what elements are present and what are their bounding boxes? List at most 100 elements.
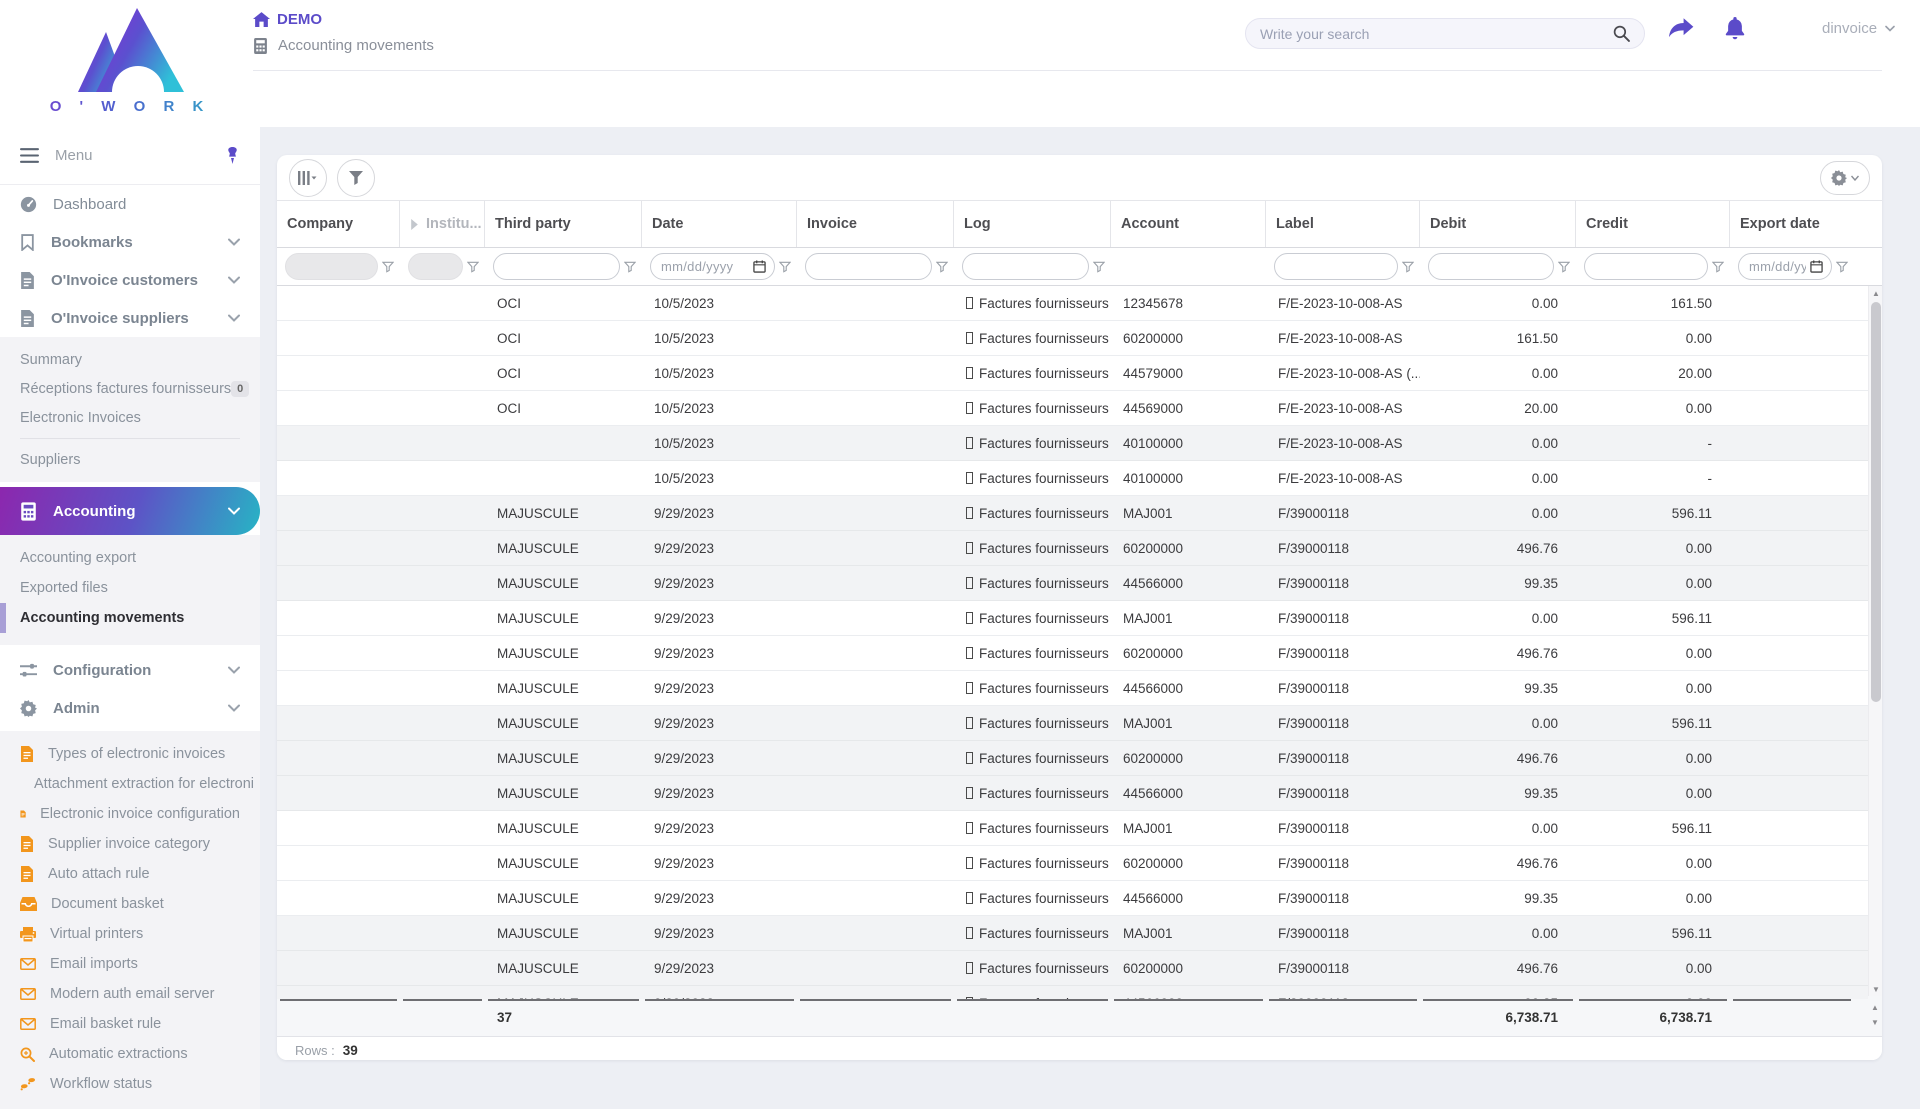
- column-header-debit[interactable]: Debit: [1420, 201, 1576, 247]
- filter-funnel-icon[interactable]: [936, 261, 948, 273]
- app-logo[interactable]: O ' W O R K: [14, 6, 246, 124]
- hamburger-icon[interactable]: [20, 148, 39, 163]
- filter-input-credit[interactable]: [1584, 253, 1708, 280]
- breadcrumb-home[interactable]: DEMO: [253, 11, 434, 28]
- sidebar-item-types-of-electronic-invoices[interactable]: Types of electronic invoices: [0, 739, 260, 769]
- table-row[interactable]: MAJUSCULE9/29/2023Factures fournisseurs4…: [277, 881, 1882, 916]
- table-row[interactable]: MAJUSCULE 9/29/2023 Factures fournisseurs 6…: [277, 531, 1882, 566]
- table-row[interactable]: MAJUSCULE9/29/2023Factures fournisseurs4…: [277, 986, 1882, 999]
- column-header-account[interactable]: Account: [1111, 201, 1266, 247]
- share-icon[interactable]: [1668, 17, 1694, 39]
- table-row[interactable]: MAJUSCULE9/29/2023Factures fournisseurs4…: [277, 566, 1882, 601]
- sidebar-item-email-basket-rule[interactable]: Email basket rule: [0, 1009, 260, 1039]
- sidebar-item-admin[interactable]: Admin: [0, 689, 260, 727]
- scroll-down-arrow[interactable]: ▼: [1871, 1018, 1879, 1027]
- column-header-third_party[interactable]: Third party: [485, 201, 642, 247]
- columns-chooser-button[interactable]: [289, 158, 327, 197]
- cell-invoice: [797, 951, 954, 985]
- sidebar-item-suppliers[interactable]: Suppliers: [0, 445, 260, 474]
- search-input[interactable]: [1260, 25, 1613, 42]
- table-row[interactable]: MAJUSCULE 9/29/2023 Factures fournisseurs M…: [277, 601, 1882, 636]
- user-menu[interactable]: dinvoice: [1822, 20, 1895, 37]
- grid-settings-button[interactable]: [1820, 160, 1870, 195]
- filter-funnel-icon[interactable]: [624, 261, 636, 273]
- filter-funnel-icon[interactable]: [1836, 261, 1848, 273]
- column-header-date[interactable]: Date: [642, 201, 797, 247]
- column-header-invoice[interactable]: Invoice: [797, 201, 954, 247]
- table-row[interactable]: 10/5/2023 Factures fournisseurs 40100000 F/…: [277, 426, 1882, 461]
- filter-funnel-icon[interactable]: [467, 261, 479, 273]
- table-row[interactable]: OCI 10/5/2023 Factures fournisseurs 4457900…: [277, 356, 1882, 391]
- column-header-company[interactable]: Company: [277, 201, 400, 247]
- filter-date-export_date[interactable]: mm/dd/yyyy: [1738, 253, 1832, 280]
- search-icon[interactable]: [1613, 25, 1630, 42]
- sidebar-item-summary[interactable]: Summary: [0, 345, 260, 374]
- table-row[interactable]: MAJUSCULE9/29/2023Factures fournisseurs4…: [277, 671, 1882, 706]
- table-row[interactable]: MAJUSCULE 9/29/2023 Factures fournisseurs 6…: [277, 636, 1882, 671]
- filter-date-date[interactable]: mm/dd/yyyy: [650, 253, 775, 280]
- sidebar-item-accounting[interactable]: Accounting: [0, 487, 260, 535]
- sidebar-item-automatic-extractions[interactable]: Automatic extractions: [0, 1039, 260, 1069]
- sidebar-item-configuration[interactable]: Configuration: [0, 651, 260, 689]
- filter-funnel-icon[interactable]: [382, 261, 394, 273]
- sidebar-item-accounting-movements[interactable]: Accounting movements: [0, 603, 260, 633]
- vertical-scrollbar[interactable]: ▲ ▼: [1868, 286, 1882, 996]
- sidebar-item-attachment-extraction-for-electroni[interactable]: Attachment extraction for electroni: [0, 769, 260, 799]
- sidebar-item-electronic-invoice-configuration[interactable]: Electronic invoice configuration: [0, 799, 260, 829]
- table-row[interactable]: MAJUSCULE 9/29/2023 Factures fournisseurs M…: [277, 916, 1882, 951]
- sidebar-item-accounting-export[interactable]: Accounting export: [0, 543, 260, 573]
- filter-button[interactable]: [337, 158, 375, 197]
- table-row[interactable]: OCI 10/5/2023 Factures fournisseurs 6020000…: [277, 321, 1882, 356]
- filter-input-debit[interactable]: [1428, 253, 1554, 280]
- sidebar-item-oinvoice-customers[interactable]: O'Invoice customers: [0, 261, 260, 299]
- column-header-export_date[interactable]: Export date: [1730, 201, 1854, 247]
- footer-scroll-arrows[interactable]: ▲ ▼: [1868, 996, 1882, 1033]
- scroll-up-arrow[interactable]: ▲: [1871, 1003, 1879, 1012]
- scroll-down-arrow[interactable]: ▼: [1869, 982, 1882, 996]
- column-header-credit[interactable]: Credit: [1576, 201, 1730, 247]
- sidebar-item-auto-attach-rule[interactable]: Auto attach rule: [0, 859, 260, 889]
- table-row[interactable]: MAJUSCULE 9/29/2023 Factures fournisseurs 6…: [277, 741, 1882, 776]
- sidebar-item-dashboard[interactable]: Dashboard: [0, 185, 260, 223]
- sidebar-item-exported-files[interactable]: Exported files: [0, 573, 260, 603]
- sidebar-item-oinvoice-suppliers[interactable]: O'Invoice suppliers: [0, 299, 260, 337]
- table-row[interactable]: MAJUSCULE 9/29/2023 Factures fournisseurs 6…: [277, 951, 1882, 986]
- scrollbar-thumb[interactable]: [1871, 302, 1881, 702]
- table-row[interactable]: MAJUSCULE 9/29/2023 Factures fournisseurs 6…: [277, 846, 1882, 881]
- filter-input-label[interactable]: [1274, 253, 1398, 280]
- calendar-icon[interactable]: [753, 260, 766, 273]
- column-header-institution[interactable]: Institu...: [400, 201, 485, 247]
- filter-funnel-icon[interactable]: [1093, 261, 1105, 273]
- sidebar-item-modern-auth-email-server[interactable]: Modern auth email server: [0, 979, 260, 1009]
- cell-invoice: [797, 671, 954, 705]
- filter-funnel-icon[interactable]: [1712, 261, 1724, 273]
- filter-input-invoice[interactable]: [805, 253, 932, 280]
- notifications-bell-icon[interactable]: [1724, 16, 1746, 40]
- table-row[interactable]: 10/5/2023 Factures fournisseurs 40100000 F/…: [277, 461, 1882, 496]
- sidebar-item-virtual-printers[interactable]: Virtual printers: [0, 919, 260, 949]
- sidebar-item-receptions-factures[interactable]: Réceptions factures fournisseurs 0: [0, 374, 260, 403]
- column-header-log[interactable]: Log: [954, 201, 1111, 247]
- table-row[interactable]: MAJUSCULE 9/29/2023 Factures fournisseurs M…: [277, 496, 1882, 531]
- sidebar-item-workflow-status[interactable]: Workflow status: [0, 1069, 260, 1099]
- sidebar-item-document-basket[interactable]: Document basket: [0, 889, 260, 919]
- column-header-label[interactable]: Label: [1266, 201, 1420, 247]
- table-row[interactable]: MAJUSCULE 9/29/2023 Factures fournisseurs M…: [277, 706, 1882, 741]
- sidebar-item-email-imports[interactable]: Email imports: [0, 949, 260, 979]
- pin-icon[interactable]: [225, 147, 240, 164]
- table-row[interactable]: MAJUSCULE9/29/2023Factures fournisseurs4…: [277, 986, 1882, 999]
- table-row[interactable]: MAJUSCULE 9/29/2023 Factures fournisseurs M…: [277, 811, 1882, 846]
- filter-input-third_party[interactable]: [493, 253, 620, 280]
- table-row[interactable]: MAJUSCULE9/29/2023Factures fournisseurs4…: [277, 776, 1882, 811]
- filter-input-log[interactable]: [962, 253, 1089, 280]
- table-row[interactable]: OCI 10/5/2023 Factures fournisseurs 1234567…: [277, 286, 1882, 321]
- calendar-icon[interactable]: [1810, 260, 1823, 273]
- table-row[interactable]: OCI 10/5/2023 Factures fournisseurs 4456900…: [277, 391, 1882, 426]
- sidebar-item-supplier-invoice-category[interactable]: Supplier invoice category: [0, 829, 260, 859]
- sidebar-item-electronic-invoices[interactable]: Electronic Invoices: [0, 403, 260, 432]
- filter-funnel-icon[interactable]: [1402, 261, 1414, 273]
- sidebar-item-bookmarks[interactable]: Bookmarks: [0, 223, 260, 261]
- filter-funnel-icon[interactable]: [1558, 261, 1570, 273]
- filter-funnel-icon[interactable]: [779, 261, 791, 273]
- scroll-up-arrow[interactable]: ▲: [1869, 286, 1882, 300]
